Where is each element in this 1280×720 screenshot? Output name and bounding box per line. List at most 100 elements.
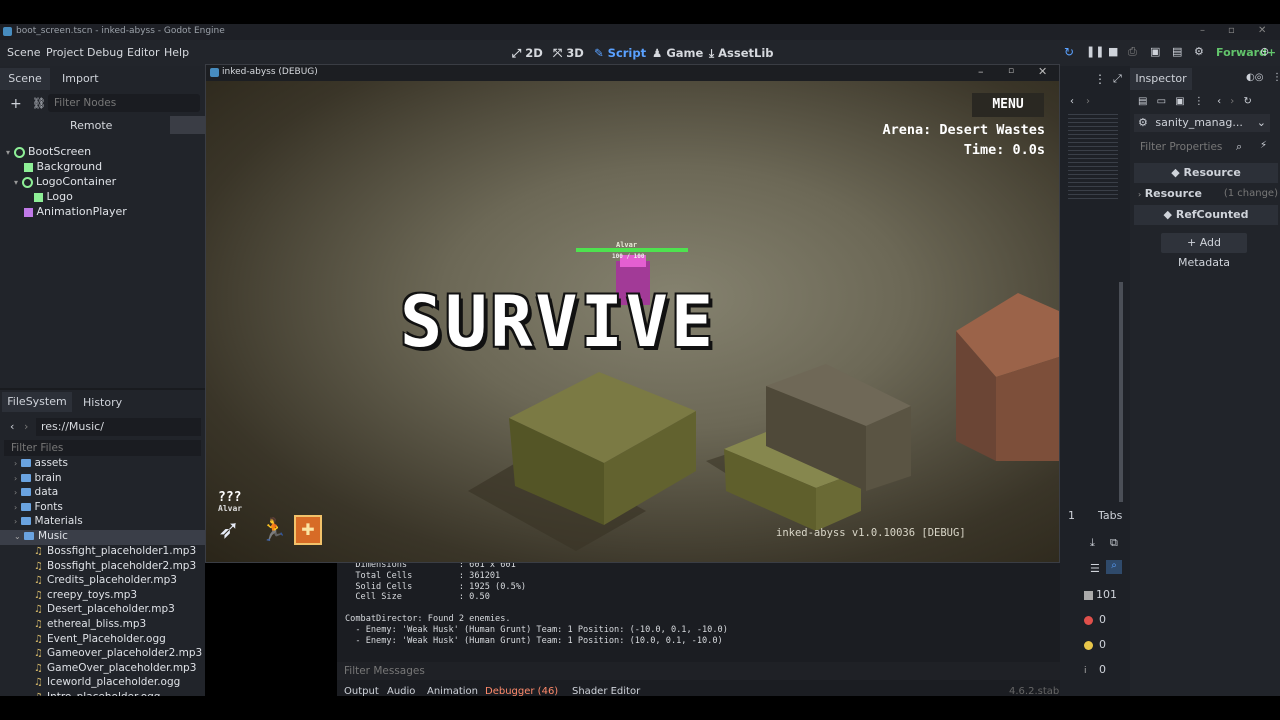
maximize-icon[interactable]: ▫ (1228, 25, 1235, 36)
resource-section-header[interactable]: ◆ Resource (1134, 163, 1278, 183)
menu-button[interactable]: MENU (972, 93, 1044, 117)
pause-icon[interactable]: ❚❚ (1086, 45, 1104, 58)
folder-brain[interactable]: › brain (14, 472, 205, 487)
file-item[interactable]: ♫ Credits_placeholder.mp3 (34, 574, 205, 589)
tree-node-background[interactable]: Background (6, 160, 127, 175)
path-field[interactable]: res://Music/ (36, 418, 201, 436)
back-icon[interactable]: ‹ (1070, 96, 1074, 107)
collapse-icon[interactable]: ▾ (14, 178, 18, 187)
extra-icon[interactable]: ⋮ (1194, 96, 1204, 107)
file-item[interactable]: ♫ creepy_toys.mp3 (34, 589, 205, 604)
forward-icon[interactable]: › (1230, 96, 1234, 107)
warning-count[interactable]: 0 (1084, 638, 1126, 663)
object-selector[interactable]: ⚙ sanity_manag... ⌄ (1134, 114, 1270, 132)
copy-icon[interactable]: ⧉ (1110, 536, 1118, 550)
reload-icon[interactable]: ↻ (1064, 45, 1074, 59)
new-resource-icon[interactable]: ▤ (1138, 96, 1147, 107)
run-custom-icon[interactable]: ▤ (1172, 45, 1182, 58)
run-scene-icon[interactable]: ▣ (1150, 45, 1160, 58)
workspace-assetlib[interactable]: ⤓ AssetLib (709, 46, 774, 61)
folder-assets[interactable]: › assets (14, 457, 205, 472)
save-resource-icon[interactable]: ▣ (1175, 96, 1184, 107)
back-icon[interactable]: ‹ (10, 420, 14, 433)
tab-audio[interactable]: Audio (387, 686, 415, 696)
stop-icon[interactable]: ■ (1108, 45, 1118, 58)
tab-scene[interactable]: Scene (0, 68, 50, 90)
search-toggle-icon[interactable]: ⌕ (1106, 560, 1122, 574)
node-icon[interactable]: ◐◎ (1246, 72, 1263, 83)
maximize-icon[interactable]: ▫ (1008, 66, 1014, 76)
folder-materials[interactable]: › Materials (14, 515, 205, 530)
workspace-game[interactable]: ♟ Game (652, 46, 703, 60)
file-item[interactable]: ♫ Gameover_placeholder2.mp3 (34, 647, 205, 662)
tab-inspector[interactable]: Inspector (1130, 68, 1192, 90)
error-count[interactable]: 0 (1084, 613, 1126, 638)
tab-animation[interactable]: Animation (427, 686, 478, 696)
tree-node-logocontainer[interactable]: ▾ LogoContainer (6, 175, 127, 190)
tab-shader-editor[interactable]: Shader Editor (572, 686, 640, 696)
more-icon[interactable]: ⋮ (1094, 72, 1106, 86)
resource-category[interactable]: › Resource (1 change) (1138, 187, 1278, 202)
folder-fonts[interactable]: › Fonts (14, 501, 205, 516)
refcounted-section-header[interactable]: ◆ RefCounted (1134, 205, 1278, 225)
collapse-icon[interactable]: ▾ (6, 148, 10, 157)
close-icon[interactable]: ✕ (1038, 65, 1047, 78)
shield-ability-icon[interactable]: ✚ (294, 515, 322, 545)
file-item[interactable]: ♫ Desert_placeholder.mp3 (34, 603, 205, 618)
remote-debug-icon[interactable]: ⎙ (1128, 45, 1137, 59)
workspace-3d[interactable]: ⤧ 3D (553, 46, 584, 61)
folder-data[interactable]: › data (14, 486, 205, 501)
distraction-free-icon[interactable]: ⤢ (1113, 72, 1122, 86)
tree-node-bootscreen[interactable]: ▾ BootScreen (6, 145, 127, 160)
tabs-indent-select[interactable]: Tabs (1098, 509, 1122, 522)
menu-debug[interactable]: Debug (87, 46, 123, 59)
filter-nodes-input[interactable]: Filter Nodes (48, 94, 200, 112)
forward-icon[interactable]: › (1086, 96, 1090, 107)
dash-ability-icon[interactable]: 🏃 (260, 517, 288, 545)
menu-editor[interactable]: Editor (127, 46, 160, 59)
history-icon[interactable]: ↻ (1243, 96, 1251, 107)
folder-music[interactable]: ⌄ Music (0, 529, 205, 545)
tab-import[interactable]: Import (62, 72, 99, 85)
back-icon[interactable]: ‹ (1217, 96, 1221, 107)
menu-help[interactable]: Help (164, 46, 189, 59)
filter-files-input[interactable]: Filter Files (4, 440, 201, 456)
movie-maker-icon[interactable]: ⚙ (1194, 45, 1204, 58)
filter-properties-input[interactable]: Filter Properties (1134, 138, 1252, 156)
local-button[interactable] (170, 116, 205, 134)
clear-output-icon[interactable]: ☰ (1090, 562, 1100, 575)
message-count[interactable]: ⅰ0 (1084, 663, 1126, 688)
menu-scene[interactable]: Scene (7, 46, 41, 59)
tab-history[interactable]: History (83, 396, 122, 409)
forward-icon[interactable]: › (24, 420, 28, 433)
tree-node-animationplayer[interactable]: AnimationPlayer (6, 205, 127, 220)
workspace-2d[interactable]: ⤢ 2D (512, 46, 543, 61)
minimize-icon[interactable]: – (978, 65, 984, 78)
log-count[interactable]: 101 (1084, 588, 1126, 613)
tab-output[interactable]: Output (344, 686, 379, 696)
tree-node-logo[interactable]: Logo (6, 190, 127, 205)
file-item[interactable]: ♫ Iceworld_placeholder.ogg (34, 676, 205, 691)
file-item[interactable]: ♫ Bossfight_placeholder2.mp3 (34, 560, 205, 575)
filter-messages-input[interactable]: Filter Messages (337, 662, 1067, 680)
add-metadata-button[interactable]: + Add Metadata (1161, 233, 1247, 269)
link-icon[interactable]: ⛓ (32, 97, 46, 110)
slash-ability-icon[interactable]: ➶ (218, 515, 248, 545)
file-item[interactable]: ♫ Bossfight_placeholder1.mp3 (34, 545, 205, 560)
add-node-icon[interactable]: + (10, 96, 22, 112)
game-viewport[interactable]: MENU Arena: Desert Wastes Time: 0.0s Alv… (206, 81, 1059, 562)
open-resource-icon[interactable]: ▭ (1157, 96, 1166, 107)
remote-button[interactable]: Remote (70, 119, 112, 132)
pin-icon[interactable]: ⤓ (1090, 536, 1095, 550)
close-icon[interactable]: ✕ (1258, 25, 1266, 36)
minimize-icon[interactable]: – (1200, 25, 1205, 36)
scrollbar[interactable] (1119, 282, 1123, 502)
more-icon[interactable]: ⋮ (1272, 72, 1280, 83)
options-icon[interactable]: ⚡ (1260, 140, 1267, 151)
file-item[interactable]: ♫ ethereal_bliss.mp3 (34, 618, 205, 633)
tab-debugger[interactable]: Debugger (46) (485, 686, 558, 696)
file-item[interactable]: ♫ GameOver_placeholder.mp3 (34, 662, 205, 677)
file-item[interactable]: ♫ Event_Placeholder.ogg (34, 633, 205, 648)
menu-project[interactable]: Project (46, 46, 84, 59)
tab-filesystem[interactable]: FileSystem (2, 392, 72, 412)
